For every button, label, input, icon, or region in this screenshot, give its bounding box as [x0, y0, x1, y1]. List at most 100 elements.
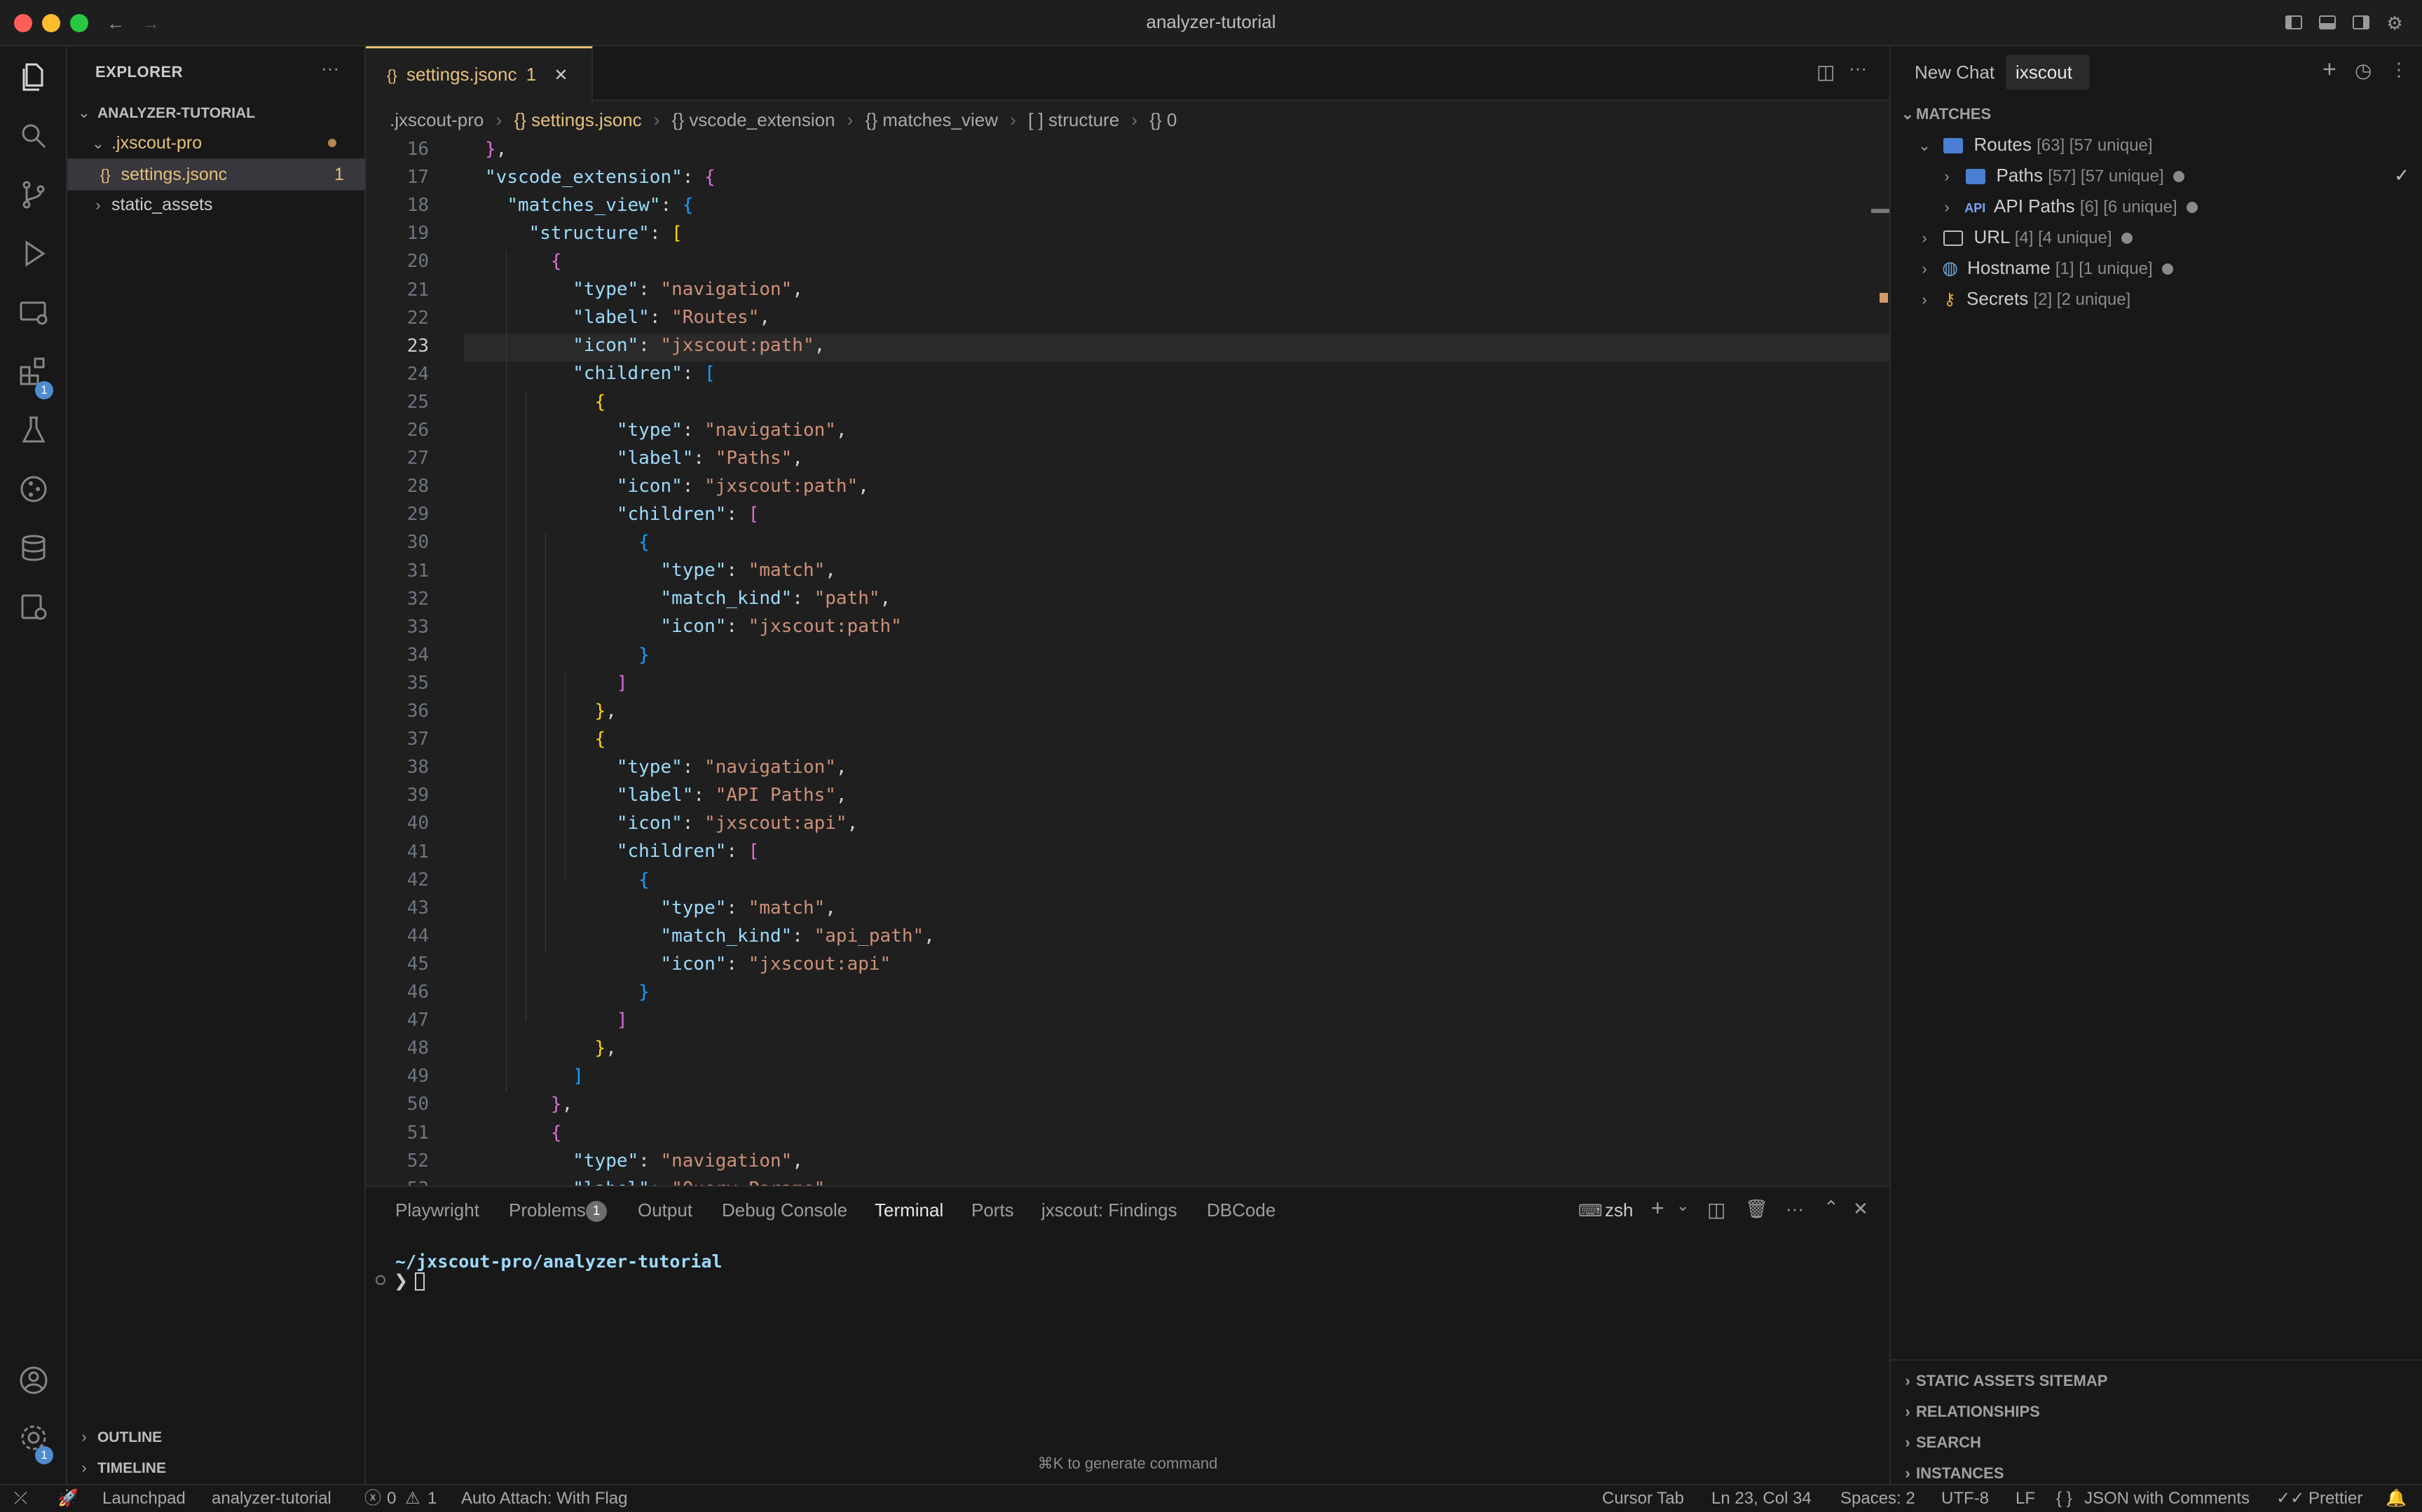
indentation-item[interactable]: Spaces: 2	[1840, 1485, 1915, 1512]
project-root[interactable]: ⌄ ANALYZER-TUTORIAL	[67, 97, 364, 128]
breadcrumb-item[interactable]: {} 0	[1149, 109, 1177, 130]
line-number: 27	[406, 448, 429, 469]
tab-settings-jsonc[interactable]: {} settings.jsonc 1 ✕	[366, 46, 593, 103]
jxscout-icon[interactable]	[17, 590, 50, 624]
breadcrumb-item[interactable]: [ ] structure	[1028, 109, 1119, 130]
code-line: {	[550, 1122, 562, 1143]
settings-gear-icon[interactable]: ⚙	[2384, 13, 2405, 34]
tree-item-jxscout-pro[interactable]: ⌄ .jxscout-pro	[67, 128, 364, 158]
cursor-position[interactable]: Ln 23, Col 34	[1711, 1485, 1812, 1512]
more-actions-icon[interactable]: ···	[1849, 57, 1867, 79]
code-line: "type": "navigation",	[573, 279, 803, 300]
terminal-cursor[interactable]	[415, 1272, 425, 1291]
eol-item[interactable]: LF	[2016, 1485, 2035, 1512]
code-line: {	[638, 870, 650, 891]
tab-jxscout-findings[interactable]: jxscout: Findings	[1041, 1200, 1177, 1221]
toggle-panel-icon[interactable]	[2317, 13, 2338, 34]
matches-section-header[interactable]: ⌄ MATCHES	[1901, 105, 1994, 123]
chevron-down-icon[interactable]: ⌄	[1676, 1197, 1689, 1215]
line-number: 41	[406, 841, 429, 862]
toggle-sidebar-icon[interactable]	[2283, 13, 2304, 34]
breadcrumb-item[interactable]: .jxscout-pro	[390, 109, 484, 130]
match-secrets[interactable]: › ⚷ Secrets [2] [2 unique]	[1916, 283, 2130, 314]
tab-playwright[interactable]: Playwright	[395, 1200, 479, 1221]
tree-item-static-assets[interactable]: › static_assets	[67, 189, 364, 220]
tab-debug-console[interactable]: Debug Console	[722, 1200, 847, 1221]
folder-item[interactable]: analyzer-tutorial	[212, 1485, 331, 1512]
add-icon[interactable]: +	[2322, 56, 2337, 83]
tab-terminal[interactable]: Terminal	[875, 1200, 943, 1221]
line-number: 38	[406, 757, 429, 778]
cursor-tab-item[interactable]: Cursor Tab	[1602, 1485, 1684, 1512]
close-panel-icon[interactable]: ✕	[1853, 1198, 1868, 1220]
toggle-secondary-sidebar-icon[interactable]	[2351, 13, 2372, 34]
account-icon[interactable]	[17, 1363, 50, 1397]
folder-icon	[1943, 138, 1964, 154]
more-actions-icon[interactable]: ···	[321, 57, 339, 79]
modified-dot	[328, 139, 336, 147]
chevron-right-icon: ›	[1010, 109, 1016, 130]
match-api-paths[interactable]: › API API Paths [6] [6 unique]	[1938, 191, 2198, 221]
error-count[interactable]: 0	[387, 1485, 396, 1512]
relationships-section[interactable]: › RELATIONSHIPS	[1905, 1403, 2043, 1421]
remote-explorer-icon[interactable]	[17, 296, 50, 329]
run-debug-icon[interactable]	[17, 237, 50, 270]
explorer-files-icon[interactable]	[17, 60, 50, 94]
breadcrumb-item[interactable]: {} matches_view	[866, 109, 998, 130]
match-paths[interactable]: › Paths [57] [57 unique] ✓	[1938, 160, 2415, 191]
search-icon[interactable]	[17, 119, 50, 153]
git-graph-icon[interactable]	[17, 472, 50, 506]
line-number: 28	[406, 476, 429, 497]
json-file-icon: {}	[100, 166, 111, 184]
code-editor[interactable]: 16 17 18 19 20 21 22 23 24 25 26 27 28 29 30 31 32 33 34 35…	[366, 139, 1889, 1185]
remote-icon[interactable]: ⤫	[14, 1485, 27, 1512]
notifications-bell-icon[interactable]: 🔔	[2386, 1485, 2407, 1512]
line-number: 46	[406, 982, 429, 1003]
match-routes[interactable]: ⌄ Routes [63] [57 unique]	[1916, 129, 2153, 160]
breadcrumb-item[interactable]: {} settings.jsonc	[514, 109, 642, 130]
code-line: }	[638, 645, 650, 666]
key-icon: ⚷	[1943, 290, 1956, 309]
more-actions-icon[interactable]: ···	[1786, 1198, 1804, 1220]
line-number: 32	[406, 588, 429, 610]
auto-attach-item[interactable]: Auto Attach: With Flag	[461, 1485, 627, 1512]
history-icon[interactable]: ◷	[2355, 59, 2372, 82]
launchpad-item[interactable]: Launchpad	[102, 1485, 186, 1512]
tab-ports[interactable]: Ports	[971, 1200, 1014, 1221]
prettier-item[interactable]: Prettier	[2308, 1485, 2362, 1512]
testing-flask-icon[interactable]	[17, 413, 50, 447]
warning-count[interactable]: 1	[427, 1485, 437, 1512]
source-control-icon[interactable]	[17, 178, 50, 212]
code-line: "icon": "jxscout:api"	[660, 954, 891, 975]
tree-item-settings-jsonc[interactable]: {} settings.jsonc 1	[67, 158, 366, 191]
split-terminal-icon[interactable]: ◫	[1707, 1198, 1725, 1221]
check-icon: ✓	[2394, 165, 2409, 186]
match-url[interactable]: › URL [4] [4 unique]	[1916, 221, 2133, 252]
close-tab-icon[interactable]: ✕	[554, 66, 568, 85]
tab-dbcode[interactable]: DBCode	[1207, 1200, 1275, 1221]
tab-new-chat[interactable]: New Chat	[1915, 62, 1995, 83]
kill-terminal-icon[interactable]: 🗑	[1745, 1198, 1768, 1220]
search-section[interactable]: › SEARCH	[1905, 1434, 1984, 1452]
tab-ixscout[interactable]: ixscout	[2016, 62, 2072, 83]
code-line: },	[485, 139, 507, 160]
timeline-section[interactable]: › TIMELINE	[67, 1452, 364, 1483]
outline-section[interactable]: › OUTLINE	[67, 1421, 364, 1452]
new-terminal-icon[interactable]: +	[1651, 1195, 1664, 1221]
more-actions-icon[interactable]: ⋮	[2390, 59, 2408, 81]
tab-output[interactable]: Output	[638, 1200, 692, 1221]
breadcrumb-item[interactable]: {} vscode_extension	[672, 109, 835, 130]
language-mode[interactable]: JSON with Comments	[2084, 1485, 2250, 1512]
line-number: 49	[406, 1066, 429, 1087]
line-number: 52	[406, 1150, 429, 1171]
project-name: ANALYZER-TUTORIAL	[97, 105, 256, 121]
static-assets-sitemap-section[interactable]: › STATIC ASSETS SITEMAP	[1905, 1372, 2107, 1390]
encoding-item[interactable]: UTF-8	[1941, 1485, 1989, 1512]
database-icon[interactable]	[17, 531, 50, 565]
maximize-panel-icon[interactable]: ⌃	[1824, 1197, 1839, 1218]
terminal-shell-name[interactable]: zsh	[1605, 1200, 1633, 1221]
match-hostname[interactable]: › ◍ Hostname [1] [1 unique]	[1916, 252, 2173, 283]
instances-section[interactable]: › INSTANCES	[1905, 1464, 2007, 1483]
tab-problems[interactable]: Problems	[509, 1200, 586, 1221]
split-editor-icon[interactable]: ◫	[1817, 60, 1835, 83]
